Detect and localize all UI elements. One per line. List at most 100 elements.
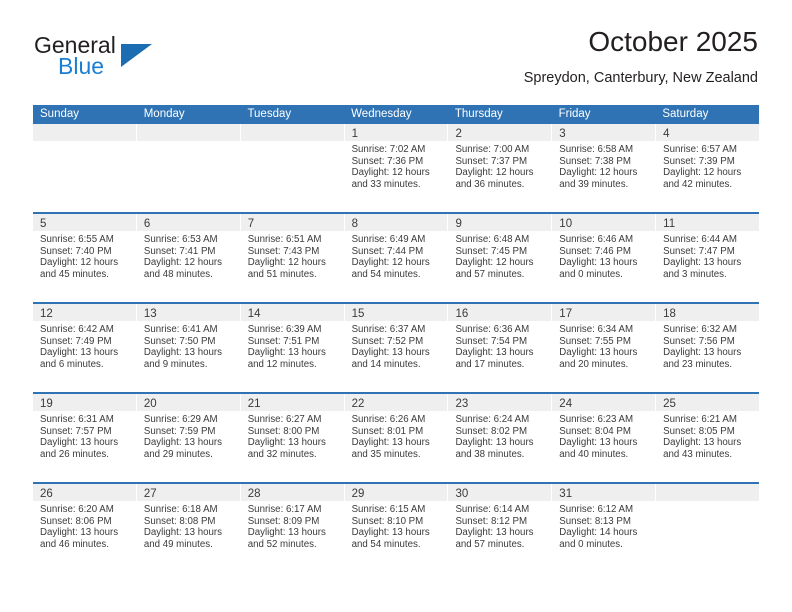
day-details: Sunrise: 6:12 AM Sunset: 8:13 PM Daylight:… [552,501,655,550]
calendar-day-cell[interactable]: 13 Sunrise: 6:41 AM Sunset: 7:50 PM Dayligh… [136,304,241,392]
calendar-week-row: 19 Sunrise: 6:31 AM Sunset: 7:57 PM Dayligh… [33,392,760,482]
day-number-band: 30 [448,484,552,501]
calendar-day-cell[interactable]: 16 Sunrise: 6:36 AM Sunset: 7:54 PM Dayligh… [448,304,553,392]
day-details: Sunrise: 6:18 AM Sunset: 8:08 PM Daylight:… [137,501,240,550]
calendar-day-cell[interactable]: 21 Sunrise: 6:27 AM Sunset: 8:00 PM Dayligh… [240,394,345,482]
sunset-text: Sunset: 7:41 PM [143,245,216,257]
daylight-text-line1: Daylight: 14 hours [559,527,638,539]
calendar-day-cell[interactable]: 11 Sunrise: 6:44 AM Sunset: 7:47 PM Dayligh… [656,214,760,302]
calendar-day-cell[interactable]: 17 Sunrise: 6:34 AM Sunset: 7:55 PM Dayligh… [552,304,657,392]
calendar-day-cell[interactable]: 6 Sunrise: 6:53 AM Sunset: 7:41 PM Daylight… [136,214,241,302]
daylight-text-line2: and 35 minutes. [351,448,421,460]
day-details: Sunrise: 6:29 AM Sunset: 7:59 PM Daylight:… [137,411,240,460]
day-number-band: 4 [656,124,760,141]
day-details: Sunrise: 6:53 AM Sunset: 7:41 PM Daylight:… [137,231,240,280]
calendar-day-cell[interactable]: 30 Sunrise: 6:14 AM Sunset: 8:12 PM Dayligh… [448,484,553,572]
daylight-text-line1: Daylight: 13 hours [663,257,742,269]
calendar-day-cell[interactable]: 28 Sunrise: 6:17 AM Sunset: 8:09 PM Dayligh… [240,484,345,572]
calendar-day-cell[interactable]: 4 Sunrise: 6:57 AM Sunset: 7:39 PM Daylight… [656,124,760,212]
sunrise-text: Sunrise: 6:37 AM [351,324,426,335]
calendar-week-row: 12 Sunrise: 6:42 AM Sunset: 7:49 PM Dayligh… [33,302,760,392]
calendar-day-cell[interactable]: 31 Sunrise: 6:12 AM Sunset: 8:13 PM Dayligh… [552,484,657,572]
sunrise-text: Sunrise: 6:36 AM [455,324,530,335]
calendar-day-cell[interactable]: 1 Sunrise: 7:02 AM Sunset: 7:36 PM Daylight… [344,124,449,212]
calendar-day-cell[interactable]: 26 Sunrise: 6:20 AM Sunset: 8:06 PM Dayligh… [33,484,137,572]
day-number-band: 16 [448,304,552,321]
sunrise-text: Sunrise: 6:27 AM [247,414,322,425]
daylight-text-line2: and 38 minutes. [455,448,525,460]
daylight-text-line1: Daylight: 13 hours [455,437,534,449]
daylight-text-line2: and 26 minutes. [40,448,109,460]
calendar-week-row: 1 Sunrise: 7:02 AM Sunset: 7:36 PM Daylight… [33,124,760,212]
day-details: Sunrise: 6:27 AM Sunset: 8:00 PM Daylight:… [241,411,344,460]
calendar-day-cell[interactable]: 14 Sunrise: 6:39 AM Sunset: 7:51 PM Dayligh… [240,304,345,392]
daylight-text-line2: and 57 minutes. [455,268,525,280]
day-number-band [136,124,240,141]
day-details: Sunrise: 6:36 AM Sunset: 7:54 PM Daylight:… [448,321,551,370]
day-number: 9 [455,218,462,230]
daylight-text-line1: Daylight: 13 hours [143,347,222,359]
calendar-day-cell[interactable]: 20 Sunrise: 6:29 AM Sunset: 7:59 PM Dayligh… [136,394,241,482]
calendar-day-cell-empty [136,124,241,212]
calendar-day-cell[interactable]: 15 Sunrise: 6:37 AM Sunset: 7:52 PM Dayligh… [344,304,449,392]
calendar-grid: Sunday Monday Tuesday Wednesday Thursday… [33,105,760,572]
day-number: 4 [663,128,670,140]
sunrise-text: Sunrise: 6:29 AM [143,414,218,425]
sunrise-text: Sunrise: 6:17 AM [247,504,322,515]
sunset-text: Sunset: 7:49 PM [40,335,112,347]
day-details: Sunrise: 6:57 AM Sunset: 7:39 PM Daylight:… [656,141,759,190]
calendar-day-cell[interactable]: 10 Sunrise: 6:46 AM Sunset: 7:46 PM Dayligh… [552,214,657,302]
calendar-day-cell[interactable]: 12 Sunrise: 6:42 AM Sunset: 7:49 PM Dayligh… [33,304,137,392]
weekday-header-friday: Friday [558,108,591,120]
daylight-text-line1: Daylight: 12 hours [455,257,534,269]
sunset-text: Sunset: 8:04 PM [559,425,631,437]
daylight-text-line2: and 54 minutes. [351,538,421,550]
daylight-text-line1: Daylight: 13 hours [351,347,430,359]
day-details: Sunrise: 6:39 AM Sunset: 7:51 PM Daylight:… [241,321,344,370]
calendar-day-cell[interactable]: 18 Sunrise: 6:32 AM Sunset: 7:56 PM Dayligh… [656,304,760,392]
day-details: Sunrise: 6:32 AM Sunset: 7:56 PM Daylight:… [656,321,759,370]
sunset-text: Sunset: 8:12 PM [455,515,528,527]
calendar-day-cell[interactable]: 25 Sunrise: 6:21 AM Sunset: 8:05 PM Dayligh… [656,394,760,482]
daylight-text-line2: and 46 minutes. [40,538,109,550]
calendar-day-cell[interactable]: 23 Sunrise: 6:24 AM Sunset: 8:02 PM Dayligh… [448,394,553,482]
sunrise-text: Sunrise: 6:46 AM [559,234,634,245]
day-number-band: 11 [656,214,760,231]
day-number: 15 [351,308,365,320]
sunset-text: Sunset: 7:57 PM [40,425,112,437]
calendar-day-cell[interactable]: 3 Sunrise: 6:58 AM Sunset: 7:38 PM Daylight… [552,124,657,212]
day-details: Sunrise: 6:20 AM Sunset: 8:06 PM Daylight:… [33,501,136,550]
calendar-day-cell[interactable]: 7 Sunrise: 6:51 AM Sunset: 7:43 PM Daylight… [240,214,345,302]
daylight-text-line2: and 45 minutes. [40,268,109,280]
day-number-band: 8 [344,214,448,231]
day-number-band: 9 [448,214,552,231]
calendar-day-cell[interactable]: 9 Sunrise: 6:48 AM Sunset: 7:45 PM Daylight… [448,214,553,302]
day-details [656,501,759,504]
calendar-day-cell[interactable]: 2 Sunrise: 7:00 AM Sunset: 7:37 PM Daylight… [448,124,553,212]
daylight-text-line2: and 6 minutes. [40,358,104,370]
sunrise-text: Sunrise: 6:34 AM [559,324,634,335]
calendar-day-cell[interactable]: 5 Sunrise: 6:55 AM Sunset: 7:40 PM Daylight… [33,214,137,302]
calendar-day-cell[interactable]: 19 Sunrise: 6:31 AM Sunset: 7:57 PM Dayligh… [33,394,137,482]
day-number-band: 19 [33,394,136,411]
daylight-text-line2: and 36 minutes. [455,178,525,190]
calendar-day-cell[interactable]: 29 Sunrise: 6:15 AM Sunset: 8:10 PM Dayligh… [344,484,449,572]
daylight-text-line1: Daylight: 13 hours [247,527,326,539]
sunrise-text: Sunrise: 6:15 AM [351,504,426,515]
sunset-text: Sunset: 7:50 PM [143,335,216,347]
calendar-day-cell[interactable]: 24 Sunrise: 6:23 AM Sunset: 8:04 PM Dayligh… [552,394,657,482]
day-number-band: 23 [448,394,552,411]
calendar-day-cell[interactable]: 27 Sunrise: 6:18 AM Sunset: 8:08 PM Dayligh… [136,484,241,572]
day-number: 21 [247,398,261,410]
daylight-text-line1: Daylight: 12 hours [143,257,222,269]
sunrise-text: Sunrise: 6:21 AM [663,414,737,425]
sunset-text: Sunset: 7:36 PM [351,155,424,167]
sunset-text: Sunset: 7:38 PM [559,155,631,167]
day-number: 19 [40,398,53,410]
sunset-text: Sunset: 7:52 PM [351,335,424,347]
day-number: 29 [351,488,365,500]
day-number-band: 22 [344,394,448,411]
calendar-day-cell[interactable]: 22 Sunrise: 6:26 AM Sunset: 8:01 PM Dayligh… [344,394,449,482]
weekday-header-tuesday: Tuesday [247,108,292,120]
calendar-day-cell[interactable]: 8 Sunrise: 6:49 AM Sunset: 7:44 PM Daylight… [344,214,449,302]
